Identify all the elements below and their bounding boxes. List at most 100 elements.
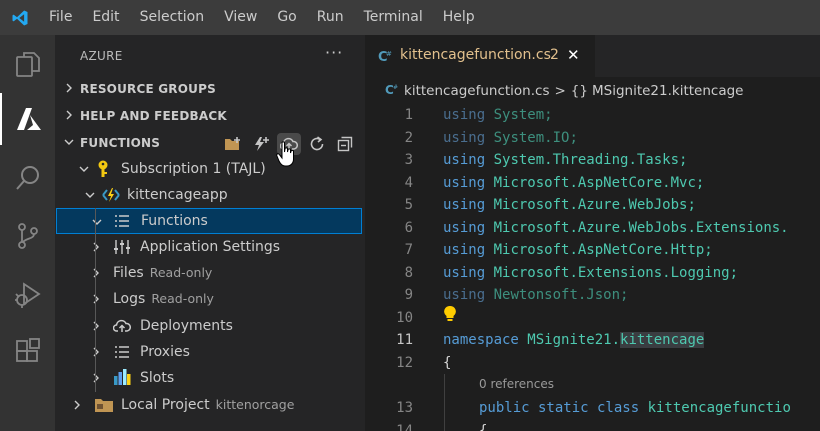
menu-file[interactable]: File [40, 0, 83, 35]
create-function-icon[interactable] [247, 133, 275, 155]
keyword: namespace [443, 332, 519, 348]
line-content: using Microsoft.AspNetCore.Mvc; [443, 172, 704, 195]
keyword: using [443, 152, 486, 168]
namespace-ref: System.IO; [493, 129, 578, 146]
line-number: 4 [404, 174, 413, 191]
tree-item-functions[interactable]: Functions [56, 208, 362, 234]
chevron-down-icon [90, 215, 104, 233]
logs-label: Logs [113, 291, 146, 307]
more-actions-button[interactable]: ··· [325, 43, 343, 62]
read-only-description: Read-only [151, 291, 214, 306]
code-line: 4 using Microsoft.AspNetCore.Mvc; [365, 172, 820, 195]
menu-view[interactable]: View [215, 0, 268, 35]
tree-item-proxies[interactable]: Proxies [55, 339, 365, 365]
line-content: using Microsoft.Extensions.Logging; [443, 262, 738, 285]
tree-item-slots[interactable]: Slots [55, 365, 365, 391]
line-content: using Microsoft.Azure.WebJobs.Extensions… [443, 217, 789, 240]
key-icon [95, 160, 111, 182]
keyword: using [443, 174, 486, 191]
tree-item-files[interactable]: Files Read-only [55, 260, 365, 286]
lightbulb-icon[interactable] [443, 305, 457, 331]
code-line: 6 using Microsoft.Azure.WebJobs.Extension… [365, 217, 820, 240]
breadcrumb-symbol[interactable]: MSignite21.kittencage [592, 83, 744, 99]
explorer-files-icon[interactable] [0, 38, 55, 90]
chevron-right-icon [70, 398, 84, 416]
line-number: 5 [404, 197, 413, 213]
section-label: HELP AND FEEDBACK [80, 109, 227, 123]
vscode-logo-icon[interactable] [0, 0, 40, 35]
keyword: using [443, 287, 486, 303]
section-label: FUNCTIONS [80, 136, 161, 150]
code-line: 7 using Microsoft.AspNetCore.Http; [365, 239, 820, 262]
tree-label: Local Project kittenorcage [121, 397, 294, 413]
close-icon[interactable]: ✕ [567, 46, 580, 64]
tree-item-function-app[interactable]: kittencageapp [55, 182, 365, 208]
read-only-description: Read-only [149, 265, 213, 280]
namespace-ref: Microsoft.AspNetCore.Mvc; [493, 174, 705, 191]
line-number: 7 [404, 242, 413, 258]
tree-label: Subscription 1 (TAJL) [121, 161, 266, 177]
activity-bar [0, 35, 55, 431]
tab-bar: C # kittencagefunction.cs 2 ✕ [365, 35, 820, 77]
source-control-icon[interactable] [0, 210, 55, 262]
tree-item-logs[interactable]: Logs Read-only [55, 286, 365, 312]
menu-terminal[interactable]: Terminal [355, 0, 434, 35]
tree-item-deployments[interactable]: Deployments [55, 313, 365, 339]
menu-go[interactable]: Go [268, 0, 307, 35]
section-resource-groups[interactable]: RESOURCE GROUPS [55, 76, 365, 102]
line-content: namespace MSignite21.kittencage [443, 329, 705, 352]
breadcrumb-file[interactable]: kittencagefunction.cs [404, 83, 549, 99]
create-project-icon[interactable] [219, 133, 247, 155]
extensions-icon[interactable] [0, 325, 55, 377]
refresh-icon[interactable] [303, 133, 331, 155]
menu-help[interactable]: Help [434, 0, 486, 35]
menu-run[interactable]: Run [308, 0, 355, 35]
local-project-label: Local Project [121, 397, 210, 413]
collapse-all-icon[interactable] [331, 133, 359, 155]
tree-item-subscription[interactable]: Subscription 1 (TAJL) [55, 156, 365, 182]
csharp-file-icon: C # [385, 82, 399, 100]
section-help-feedback[interactable]: HELP AND FEEDBACK [55, 103, 365, 129]
line-content: using Microsoft.Azure.WebJobs; [443, 194, 696, 217]
tab-kittencagefunction[interactable]: C # kittencagefunction.cs 2 ✕ [365, 35, 595, 77]
tree-label: Application Settings [140, 239, 281, 255]
code-line: 14 { [365, 420, 820, 431]
azure-icon[interactable] [0, 93, 55, 145]
section-label: RESOURCE GROUPS [80, 82, 216, 96]
indent-guide [444, 374, 445, 431]
run-debug-icon[interactable] [0, 269, 55, 321]
line-content: using System.IO; [443, 127, 578, 150]
code-line: 10 [365, 305, 820, 331]
line-number: 3 [404, 152, 413, 168]
problem-count-badge: 2 [550, 47, 559, 63]
tree-item-app-settings[interactable]: Application Settings [55, 234, 365, 260]
class-declaration: public static class kittencagefunctio [479, 400, 791, 416]
code-line: 5 using Microsoft.Azure.WebJobs; [365, 194, 820, 217]
code-line: 9 using Newtonsoft.Json; [365, 284, 820, 307]
chevron-down-icon [77, 162, 91, 180]
search-icon[interactable] [0, 152, 55, 204]
keyword: using [443, 242, 486, 258]
line-number: 13 [396, 400, 413, 416]
line-number: 10 [396, 309, 413, 326]
keyword: using [443, 219, 486, 236]
menu-bar: File Edit Selection View Go Run Terminal… [0, 0, 820, 35]
line-number: 8 [404, 264, 413, 281]
code-line: 1 using System; [365, 104, 820, 127]
line-number: 14 [396, 422, 413, 431]
menu-selection[interactable]: Selection [131, 0, 216, 35]
open-brace: { [443, 354, 452, 371]
settings-sliders-icon [113, 239, 131, 259]
menu-edit[interactable]: Edit [83, 0, 130, 35]
tree-label: Proxies [140, 344, 190, 360]
namespace-braces-icon: {} [570, 83, 588, 99]
line-number: 6 [404, 219, 413, 236]
keyword: using [443, 129, 486, 146]
tree-item-local-project[interactable]: Local Project kittenorcage [55, 392, 365, 418]
open-brace: { [479, 422, 488, 431]
chevron-right-icon [89, 319, 103, 337]
namespace-ref: Microsoft.Extensions.Logging; [493, 264, 739, 281]
codelens-references[interactable]: 0 references [479, 377, 554, 391]
namespace-name: MSignite21. [527, 332, 621, 348]
namespace-ref: System.Threading.Tasks; [493, 152, 688, 168]
